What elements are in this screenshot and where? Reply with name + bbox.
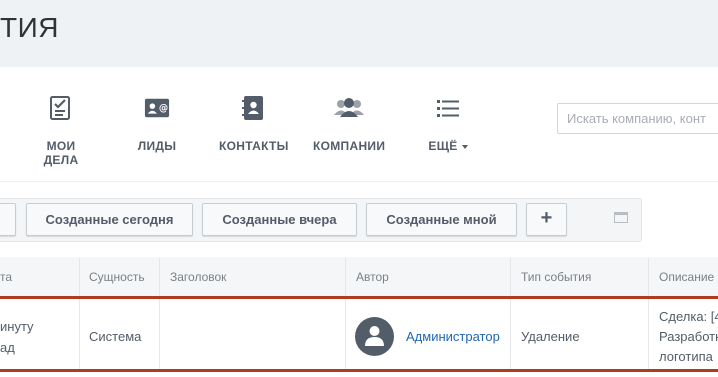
toolbar-item-label: ЛИДЫ <box>137 139 177 153</box>
row-date-line1: инуту <box>0 319 34 334</box>
filter-button-partial[interactable] <box>0 203 16 236</box>
column-divider <box>79 299 80 369</box>
toolbar-item-contacts[interactable]: КОНТАКТЫ <box>219 95 289 153</box>
more-label-wrap: ЕЩЁ <box>424 139 472 153</box>
avatar[interactable] <box>355 317 394 356</box>
row-description-line1: Сделка: [4 <box>659 309 718 324</box>
page-header: ТИЯ <box>0 0 718 67</box>
checklist-icon <box>50 96 70 120</box>
people-group-icon <box>334 98 364 117</box>
column-header-description[interactable]: Описание <box>659 270 714 284</box>
toolbar-item-label: КОНТАКТЫ <box>219 139 289 153</box>
page-title: ТИЯ <box>0 12 59 43</box>
column-divider <box>345 258 346 296</box>
column-divider <box>159 258 160 296</box>
filter-created-by-me-button[interactable]: Созданные мной <box>366 203 517 236</box>
column-divider <box>159 299 160 369</box>
toolbar-item-label: МОИ ДЕЛА <box>43 139 79 167</box>
list-icon <box>437 100 459 117</box>
filter-created-today-button[interactable]: Созданные сегодня <box>26 203 193 236</box>
column-header-author[interactable]: Автор <box>356 270 389 284</box>
toolbar-item-leads[interactable]: @ ЛИДЫ <box>132 95 182 153</box>
column-divider <box>510 258 511 296</box>
column-divider <box>648 299 649 369</box>
filter-created-yesterday-button[interactable]: Созданные вчера <box>202 203 357 236</box>
author-link[interactable]: Администратор <box>406 329 500 344</box>
column-divider <box>510 299 511 369</box>
add-filter-button[interactable]: + <box>526 203 567 236</box>
window-icon[interactable] <box>614 212 628 223</box>
chevron-down-icon <box>461 144 468 149</box>
column-header-event-type[interactable]: Тип события <box>521 270 591 284</box>
row-date-line2: ад <box>0 340 15 355</box>
table-header: та Сущность Заголовок Автор Тип события … <box>0 257 718 296</box>
row-entity: Система <box>89 329 142 344</box>
svg-text:@: @ <box>159 103 168 114</box>
column-divider <box>648 258 649 296</box>
row-description-line2: Разработк <box>659 329 718 344</box>
divider <box>0 181 718 182</box>
column-header-date[interactable]: та <box>0 270 12 284</box>
user-icon <box>365 326 384 346</box>
contact-book-icon <box>242 96 263 120</box>
row-description-line3: логотипа <box>659 349 713 364</box>
toolbar-item-label: ЕЩЁ <box>428 139 458 153</box>
search-input[interactable] <box>557 103 718 134</box>
toolbar-item-more[interactable]: ЕЩЁ <box>424 95 472 153</box>
toolbar-item-companies[interactable]: КОМПАНИИ <box>313 95 385 153</box>
column-divider <box>79 258 80 296</box>
column-header-title[interactable]: Заголовок <box>170 270 226 284</box>
lead-card-icon: @ <box>144 98 170 118</box>
row-event-type: Удаление <box>521 329 580 344</box>
column-divider <box>345 299 346 369</box>
column-header-entity[interactable]: Сущность <box>89 270 145 284</box>
toolbar-item-label: КОМПАНИИ <box>313 139 386 153</box>
toolbar-item-my-tasks[interactable]: МОИ ДЕЛА <box>28 95 94 167</box>
